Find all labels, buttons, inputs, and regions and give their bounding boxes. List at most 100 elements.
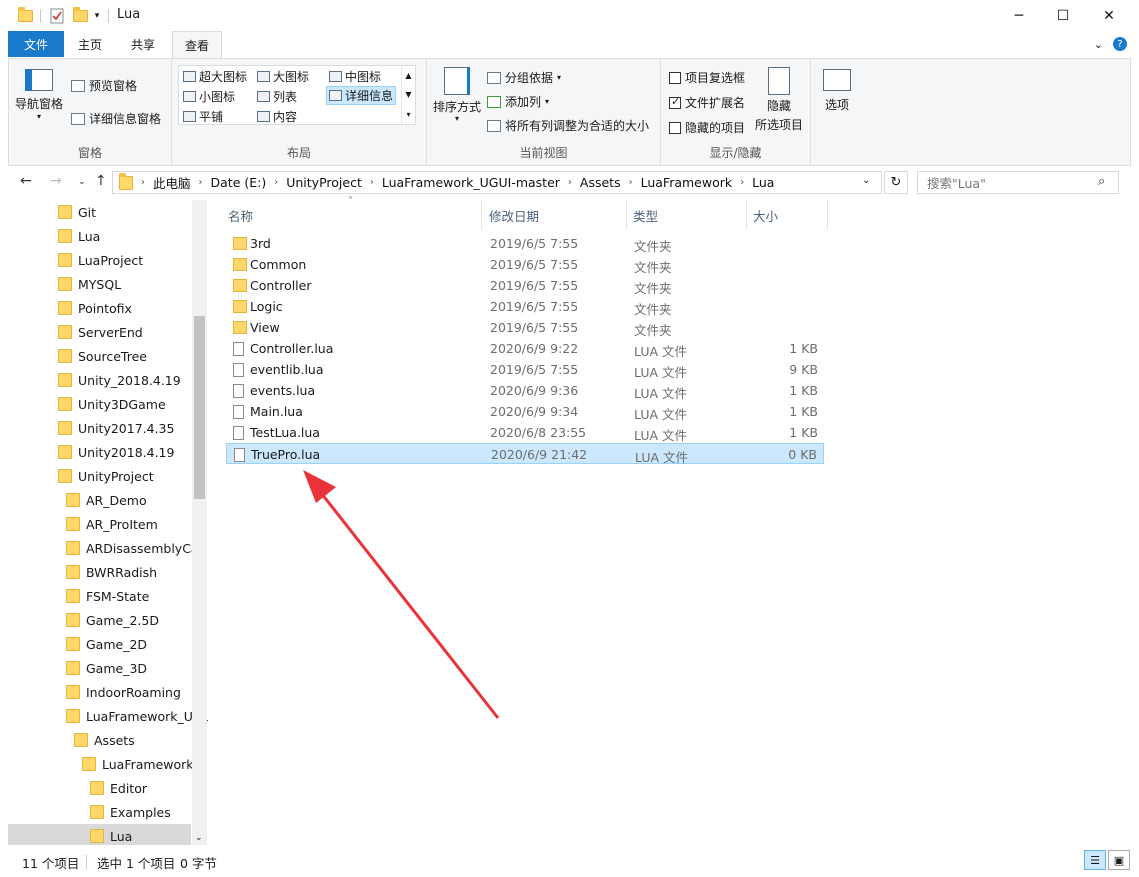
column-header-name[interactable]: 名称 — [222, 200, 482, 230]
nav-item[interactable]: Git — [58, 200, 96, 224]
table-row[interactable]: Logic 2019/6/5 7:55 文件夹 — [226, 296, 824, 317]
nav-scrollbar-thumb[interactable] — [194, 316, 205, 499]
layout-tiles[interactable]: 平铺 — [181, 107, 225, 126]
nav-item[interactable]: Assets — [74, 728, 135, 752]
table-row[interactable]: events.lua 2020/6/9 9:36 LUA 文件 1 KB — [226, 380, 824, 401]
table-row[interactable]: TruePro.lua 2020/6/9 21:42 LUA 文件 0 KB — [226, 443, 824, 465]
column-header-date[interactable]: 修改日期 — [483, 200, 627, 230]
nav-item[interactable]: Lua — [58, 224, 100, 248]
column-header-type[interactable]: 类型 — [627, 200, 747, 230]
table-row[interactable]: View 2019/6/5 7:55 文件夹 — [226, 317, 824, 338]
nav-item[interactable]: AR_Demo — [66, 488, 147, 512]
nav-item[interactable]: Pointofix — [58, 296, 132, 320]
table-row[interactable]: Common 2019/6/5 7:55 文件夹 — [226, 254, 824, 275]
add-column-button[interactable]: 添加列 ▾ — [487, 93, 549, 110]
nav-item[interactable]: Examples — [90, 800, 171, 824]
breadcrumb-unityproject[interactable]: UnityProject — [286, 175, 362, 190]
scroll-down-icon[interactable]: ⌄ — [195, 833, 203, 843]
fit-columns-button[interactable]: 将所有列调整为合适的大小 — [487, 117, 649, 134]
nav-item[interactable]: Editor — [90, 776, 147, 800]
layout-content[interactable]: 内容 — [255, 107, 299, 126]
layout-extra-large-icons[interactable]: 超大图标 — [181, 67, 249, 86]
layout-scroll[interactable]: ▲ ▼ ▾ — [401, 66, 415, 124]
item-checkbox-toggle[interactable]: 项目复选框 — [669, 69, 745, 86]
nav-item[interactable]: ARDisassemblyCar — [66, 536, 204, 560]
refresh-icon[interactable]: ↻ — [884, 171, 908, 194]
forward-arrow-icon[interactable]: → — [50, 173, 62, 189]
nav-item[interactable]: Lua — [90, 824, 132, 845]
nav-item[interactable]: LuaProject — [58, 248, 143, 272]
properties-icon[interactable] — [48, 7, 66, 25]
nav-item[interactable]: Game_2.5D — [66, 608, 159, 632]
nav-item[interactable]: Unity_2018.4.19 — [58, 368, 181, 392]
nav-item[interactable]: Unity2018.4.19 — [58, 440, 174, 464]
breadcrumb-luaframework-ugui[interactable]: LuaFramework_UGUI-master — [382, 175, 560, 190]
tab-file[interactable]: 文件 — [8, 31, 64, 57]
breadcrumb-assets[interactable]: Assets — [580, 175, 621, 190]
customize-toolbar-icon[interactable]: ▾ — [91, 7, 103, 25]
layout-medium-icons[interactable]: 中图标 — [327, 67, 383, 86]
details-view-toggle-icon[interactable]: ☰ — [1084, 850, 1106, 870]
address-dropdown-icon[interactable]: ⌄ — [862, 175, 870, 186]
column-header-size[interactable]: 大小 — [747, 200, 828, 230]
nav-item[interactable]: AR_ProItem — [66, 512, 158, 536]
nav-item[interactable]: SourceTree — [58, 344, 147, 368]
hidden-items-toggle[interactable]: 隐藏的项目 — [669, 119, 745, 136]
nav-item[interactable]: Unity2017.4.35 — [58, 416, 174, 440]
breadcrumb-this-pc[interactable]: 此电脑 — [153, 173, 191, 192]
large-icons-view-toggle-icon[interactable]: ▣ — [1108, 850, 1130, 870]
nav-item[interactable]: LuaFramework — [82, 752, 194, 776]
table-row[interactable]: eventlib.lua 2019/6/5 7:55 LUA 文件 9 KB — [226, 359, 824, 380]
preview-pane-button[interactable]: 预览窗格 — [71, 77, 137, 94]
table-row[interactable]: TestLua.lua 2020/6/8 23:55 LUA 文件 1 KB — [226, 422, 824, 443]
table-row[interactable]: Controller.lua 2020/6/9 9:22 LUA 文件 1 KB — [226, 338, 824, 359]
nav-pane-button[interactable]: 导航窗格 ▾ — [15, 69, 63, 121]
breadcrumb-drive[interactable]: Date (E:) — [211, 175, 267, 190]
table-row[interactable]: Controller 2019/6/5 7:55 文件夹 — [226, 275, 824, 296]
chevron-right-icon[interactable]: › — [141, 177, 145, 188]
close-button[interactable]: ✕ — [1086, 0, 1132, 31]
new-folder-icon[interactable] — [72, 7, 88, 25]
group-by-button[interactable]: 分组依据 ▾ — [487, 69, 561, 86]
options-button[interactable]: 选项 — [823, 69, 851, 113]
table-row[interactable]: 3rd 2019/6/5 7:55 文件夹 — [226, 233, 824, 254]
table-row[interactable]: Main.lua 2020/6/9 9:34 LUA 文件 1 KB — [226, 401, 824, 422]
layout-large-icons[interactable]: 大图标 — [255, 67, 311, 86]
search-icon[interactable]: ⌕ — [1098, 174, 1131, 189]
minimize-button[interactable]: ─ — [996, 0, 1042, 31]
maximize-button[interactable]: ☐ — [1040, 0, 1086, 31]
back-arrow-icon[interactable]: ← — [20, 173, 32, 189]
nav-item[interactable]: ServerEnd — [58, 320, 143, 344]
breadcrumb-luaframework[interactable]: LuaFramework — [641, 175, 733, 190]
help-icon[interactable]: ? — [1113, 37, 1127, 51]
up-arrow-icon[interactable]: ↑ — [95, 173, 107, 189]
address-bar[interactable]: › 此电脑 › Date (E:) › UnityProject › LuaFr… — [112, 171, 882, 194]
nav-item[interactable]: MYSQL — [58, 272, 121, 296]
nav-item[interactable]: Unity3DGame — [58, 392, 166, 416]
file-extension-toggle[interactable]: 文件扩展名 — [669, 94, 745, 111]
layout-small-icons[interactable]: 小图标 — [181, 87, 237, 106]
nav-item[interactable]: Game_3D — [66, 656, 147, 680]
layout-list[interactable]: 列表 — [255, 87, 299, 106]
nav-item[interactable]: UnityProject — [58, 464, 154, 488]
nav-item[interactable]: Game_2D — [66, 632, 147, 656]
nav-scrollbar[interactable]: ⌄ — [192, 200, 207, 845]
hide-selected-button[interactable]: 隐藏 所选项目 — [755, 67, 803, 133]
search-input[interactable]: 搜索"Lua" — [917, 171, 1119, 194]
sort-by-button[interactable]: 排序方式 ▾ — [433, 67, 481, 123]
details-pane-button[interactable]: 详细信息窗格 — [71, 110, 161, 127]
tab-home[interactable]: 主页 — [68, 31, 112, 57]
tab-share[interactable]: 共享 — [117, 31, 169, 57]
hidden-items-checkbox[interactable] — [669, 121, 681, 134]
breadcrumb-lua[interactable]: Lua — [752, 175, 774, 190]
tab-view[interactable]: 查看 — [172, 31, 222, 58]
nav-item[interactable]: FSM-State — [66, 584, 149, 608]
item-checkbox-checkbox[interactable] — [669, 71, 681, 84]
nav-item[interactable]: IndoorRoaming — [66, 680, 181, 704]
chevron-down-icon[interactable]: ⌄ — [1094, 38, 1103, 51]
recent-chevron-icon[interactable]: ⌄ — [78, 177, 86, 187]
file-extension-checkbox[interactable] — [669, 95, 681, 109]
nav-item[interactable]: BWRRadish — [66, 560, 157, 584]
layout-details[interactable]: 详细信息 — [326, 86, 397, 105]
nav-item[interactable]: LuaFramework_UGUI — [66, 704, 208, 728]
